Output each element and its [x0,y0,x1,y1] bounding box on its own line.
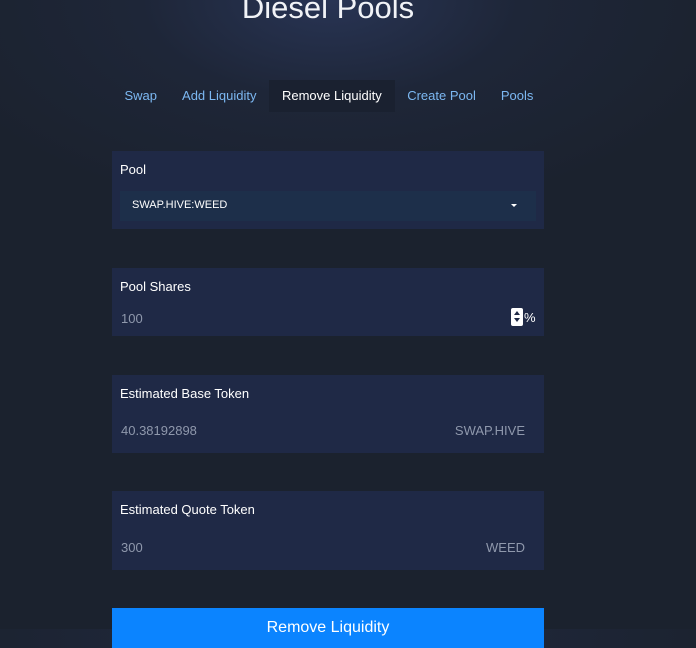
page-title: Diesel Pools [241,0,415,25]
tab-remove-liquidity[interactable]: Remove Liquidity [268,80,395,112]
pool-select[interactable]: SWAP.HIVE:WEED [120,191,536,221]
estimated-quote-label: Estimated Quote Token [120,502,255,517]
remove-liquidity-button[interactable]: Remove Liquidity [112,608,544,648]
pool-shares-card: Pool Shares 100 % [112,268,544,336]
spinner-down-icon[interactable] [514,318,520,322]
caret-down-icon [511,204,517,207]
pool-select-value: SWAP.HIVE:WEED [132,199,228,211]
estimated-base-value: 40.38192898 [121,423,197,438]
percent-unit: % [524,310,536,325]
tab-add-liquidity[interactable]: Add Liquidity [170,80,269,112]
pool-card: Pool SWAP.HIVE:WEED [112,151,544,229]
estimated-base-card: Estimated Base Token 40.38192898 SWAP.HI… [112,375,544,453]
tab-bar: Swap Add Liquidity Remove Liquidity Crea… [112,80,546,112]
number-spinner[interactable] [511,308,523,326]
pool-label: Pool [120,162,147,177]
tab-pools[interactable]: Pools [488,80,546,112]
estimated-quote-token: WEED [486,540,525,555]
tab-create-pool[interactable]: Create Pool [395,80,489,112]
estimated-quote-value: 300 [121,540,143,555]
estimated-base-token: SWAP.HIVE [454,423,525,438]
estimated-quote-card: Estimated Quote Token 300 WEED [112,491,544,570]
spinner-up-icon[interactable] [514,311,520,315]
estimated-base-label: Estimated Base Token [120,386,250,401]
pool-shares-input[interactable]: 100 [121,311,143,326]
tab-swap[interactable]: Swap [112,80,170,112]
pool-shares-label: Pool Shares [120,279,191,294]
